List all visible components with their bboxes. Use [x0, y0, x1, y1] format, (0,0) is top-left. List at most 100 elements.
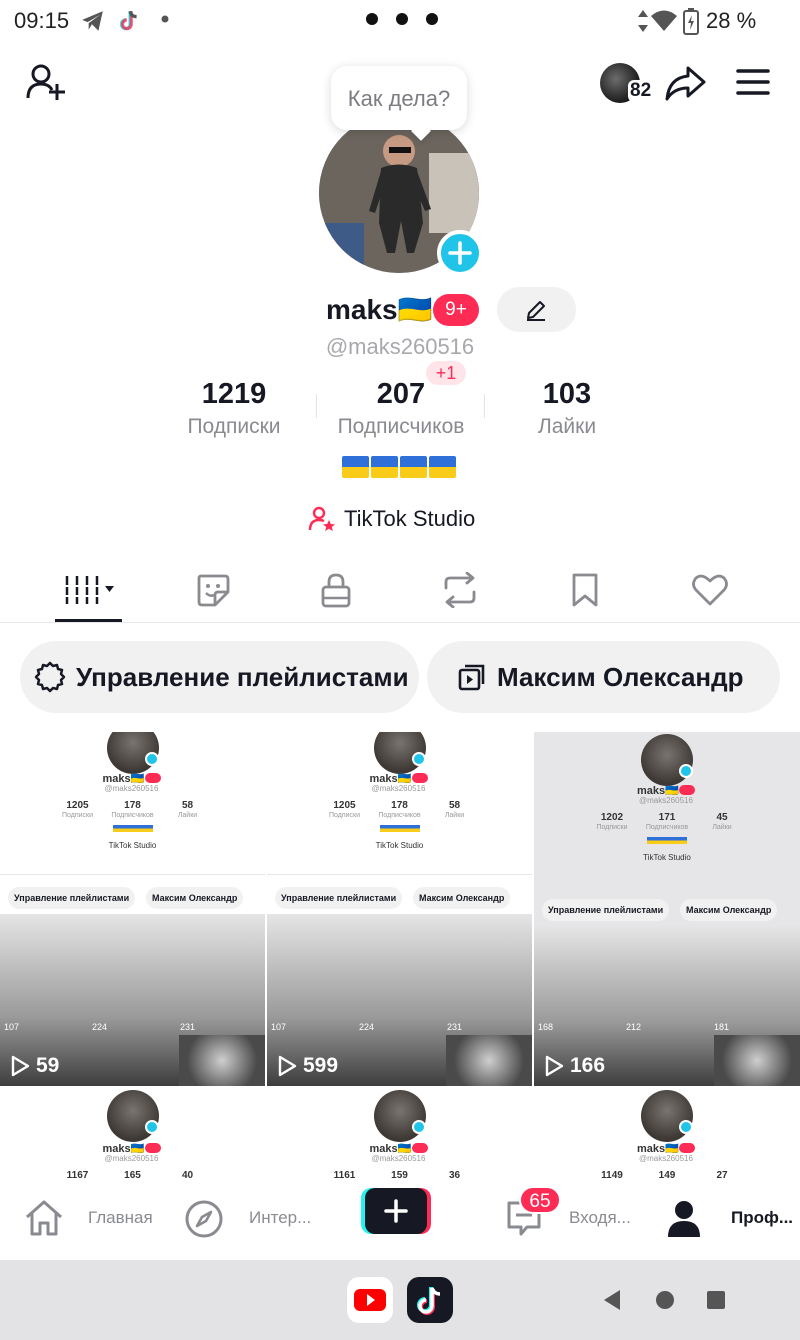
- menu-icon[interactable]: [736, 68, 770, 96]
- thumb-avatar: [641, 1090, 693, 1142]
- thumb-photo: [179, 1035, 265, 1086]
- thumb-avatar: [641, 734, 693, 786]
- thumb-stat-value: 58: [181, 800, 194, 811]
- play-outline-icon: [545, 1055, 564, 1077]
- video-thumbnail[interactable]: maks🇺🇦 @maks260516 1167 165 40: [0, 1088, 265, 1186]
- profile-icon[interactable]: [666, 1199, 702, 1239]
- profile-name: maks🇺🇦: [326, 294, 433, 325]
- thumb-stat-label: Подписки: [61, 812, 94, 819]
- recents-icon[interactable]: [706, 1290, 726, 1310]
- create-button[interactable]: [361, 1188, 431, 1234]
- thumb-stat-value: 178: [124, 800, 141, 811]
- thumb-stat-value: 36: [448, 1170, 461, 1181]
- thumb-views-count: 166: [570, 1054, 606, 1077]
- nav-explore-label[interactable]: Интер...: [249, 1208, 311, 1228]
- playlist-icon: [458, 664, 485, 691]
- video-thumbnail[interactable]: maks🇺🇦 @maks260516 1149 149 27: [534, 1088, 800, 1186]
- video-thumbnail[interactable]: maks🇺🇦 @maks260516 1202 171 45 Подписки Подпис…: [534, 732, 800, 1086]
- tiktok-logo-icon: [417, 1287, 441, 1315]
- sticker-icon: [197, 574, 230, 607]
- video-thumbnail[interactable]: maks🇺🇦 @maks260516 1161 159 36: [267, 1088, 532, 1186]
- video-thumbnail[interactable]: maks🇺🇦 @maks260516 1205 178 58 Подписки Подпис…: [267, 732, 532, 1086]
- edit-profile-button[interactable]: [497, 287, 576, 332]
- notification-badge[interactable]: 9+: [433, 294, 479, 326]
- thumb-stat-label: Лайки: [712, 824, 732, 831]
- thumb-plus-icon: [411, 752, 426, 766]
- thumb-studio: TikTok Studio: [643, 853, 691, 862]
- stat-following[interactable]: 1219 Подписки: [170, 378, 298, 439]
- thumb-tabs-line: [534, 886, 800, 887]
- add-story-button[interactable]: [437, 230, 483, 276]
- tab-favorites[interactable]: [523, 570, 647, 610]
- thumb-stat-value: 1149: [601, 1170, 623, 1181]
- studio-icon: [308, 506, 335, 531]
- thumb-views-count: 599: [303, 1054, 339, 1077]
- nav-profile-label[interactable]: Проф...: [731, 1208, 793, 1228]
- youtube-logo-icon: [354, 1289, 386, 1311]
- tiktok-app-icon[interactable]: [407, 1277, 453, 1323]
- stat-likes[interactable]: 103 Лайки: [510, 378, 624, 439]
- tiktok-studio-link[interactable]: TikTok Studio: [308, 505, 475, 533]
- thumb-stat-label: Подписки: [596, 824, 628, 831]
- stat-followers[interactable]: 207 Подписчиков: [326, 378, 476, 439]
- thumb-nested-views: 224: [359, 1022, 375, 1032]
- tab-reposts[interactable]: [398, 570, 522, 610]
- thumb-badge: [144, 773, 161, 783]
- manage-playlists-chip[interactable]: Управление плейлистами: [20, 641, 419, 713]
- thumb-flags: [379, 825, 420, 832]
- thumb-photo: [714, 1035, 800, 1086]
- thumb-flags: [112, 825, 153, 832]
- more-notifications-icon: [161, 15, 169, 23]
- status-time: 09:15: [14, 8, 70, 33]
- thumb-badge: [411, 773, 428, 783]
- tab-stickers[interactable]: [151, 570, 275, 610]
- thumb-views: 166: [544, 1054, 605, 1078]
- status-bubble[interactable]: Как дела?: [331, 66, 467, 130]
- tab-private[interactable]: [274, 570, 398, 610]
- thumb-stat-value: 178: [391, 800, 408, 811]
- battery-icon: [683, 8, 699, 35]
- thumb-stat-value: 40: [181, 1170, 194, 1181]
- thumb-stat-label: Лайки: [177, 812, 198, 819]
- creator-playlist-label: Максим Олександр: [497, 661, 744, 692]
- thumb-stat-value: 1202: [600, 812, 624, 823]
- status-center-dots: [366, 13, 438, 25]
- home-icon[interactable]: [24, 1198, 64, 1238]
- manage-playlists-label: Управление плейлистами: [76, 661, 409, 692]
- tab-videos[interactable]: [27, 570, 151, 610]
- thumb-stat-value: 58: [448, 800, 461, 811]
- stat-likes-label: Лайки: [537, 415, 597, 438]
- nav-home-label[interactable]: Главная: [88, 1208, 153, 1228]
- thumb-views: 599: [277, 1054, 338, 1078]
- thumb-stat-value: 45: [716, 812, 728, 823]
- stat-following-value: 1219: [201, 378, 267, 410]
- add-friend-icon[interactable]: [25, 62, 67, 102]
- share-icon[interactable]: [664, 64, 706, 102]
- status-bubble-text: Как дела?: [347, 86, 451, 111]
- bio-flags: [342, 456, 456, 478]
- back-icon[interactable]: [602, 1289, 622, 1311]
- thumb-plus-icon: [679, 1120, 693, 1134]
- youtube-app-icon[interactable]: [347, 1277, 393, 1323]
- thumb-handle: @maks260516: [639, 1154, 693, 1163]
- thumb-handle: @maks260516: [371, 1154, 426, 1163]
- thumb-chip-playlists: Управление плейлистами: [275, 887, 403, 909]
- thumb-chip-creator: Максим Олександр: [146, 887, 244, 909]
- tiktok-studio-label: TikTok Studio: [344, 506, 476, 531]
- stat-likes-value: 103: [542, 378, 592, 410]
- thumb-plus-icon: [411, 1120, 426, 1134]
- tab-liked[interactable]: [648, 570, 772, 610]
- thumb-badge: [144, 1143, 161, 1153]
- videos-grid-icon: [63, 576, 114, 604]
- thumb-nested-views: 168: [538, 1022, 554, 1032]
- creator-playlist-chip[interactable]: Максим Олександр: [427, 641, 780, 713]
- thumb-studio: TikTok Studio: [108, 841, 157, 850]
- explore-compass-icon[interactable]: [184, 1199, 224, 1239]
- video-thumbnail[interactable]: maks🇺🇦 @maks260516 1205 178 58 Подписки Подпис…: [0, 732, 265, 1086]
- thumb-nested-views: 231: [180, 1022, 196, 1032]
- nav-inbox-label[interactable]: Входя...: [569, 1208, 631, 1228]
- thumb-views: 59: [10, 1054, 59, 1078]
- home-circle-icon[interactable]: [654, 1289, 676, 1311]
- thumb-badge: [411, 1143, 428, 1153]
- thumb-stat-value: 1205: [333, 800, 356, 811]
